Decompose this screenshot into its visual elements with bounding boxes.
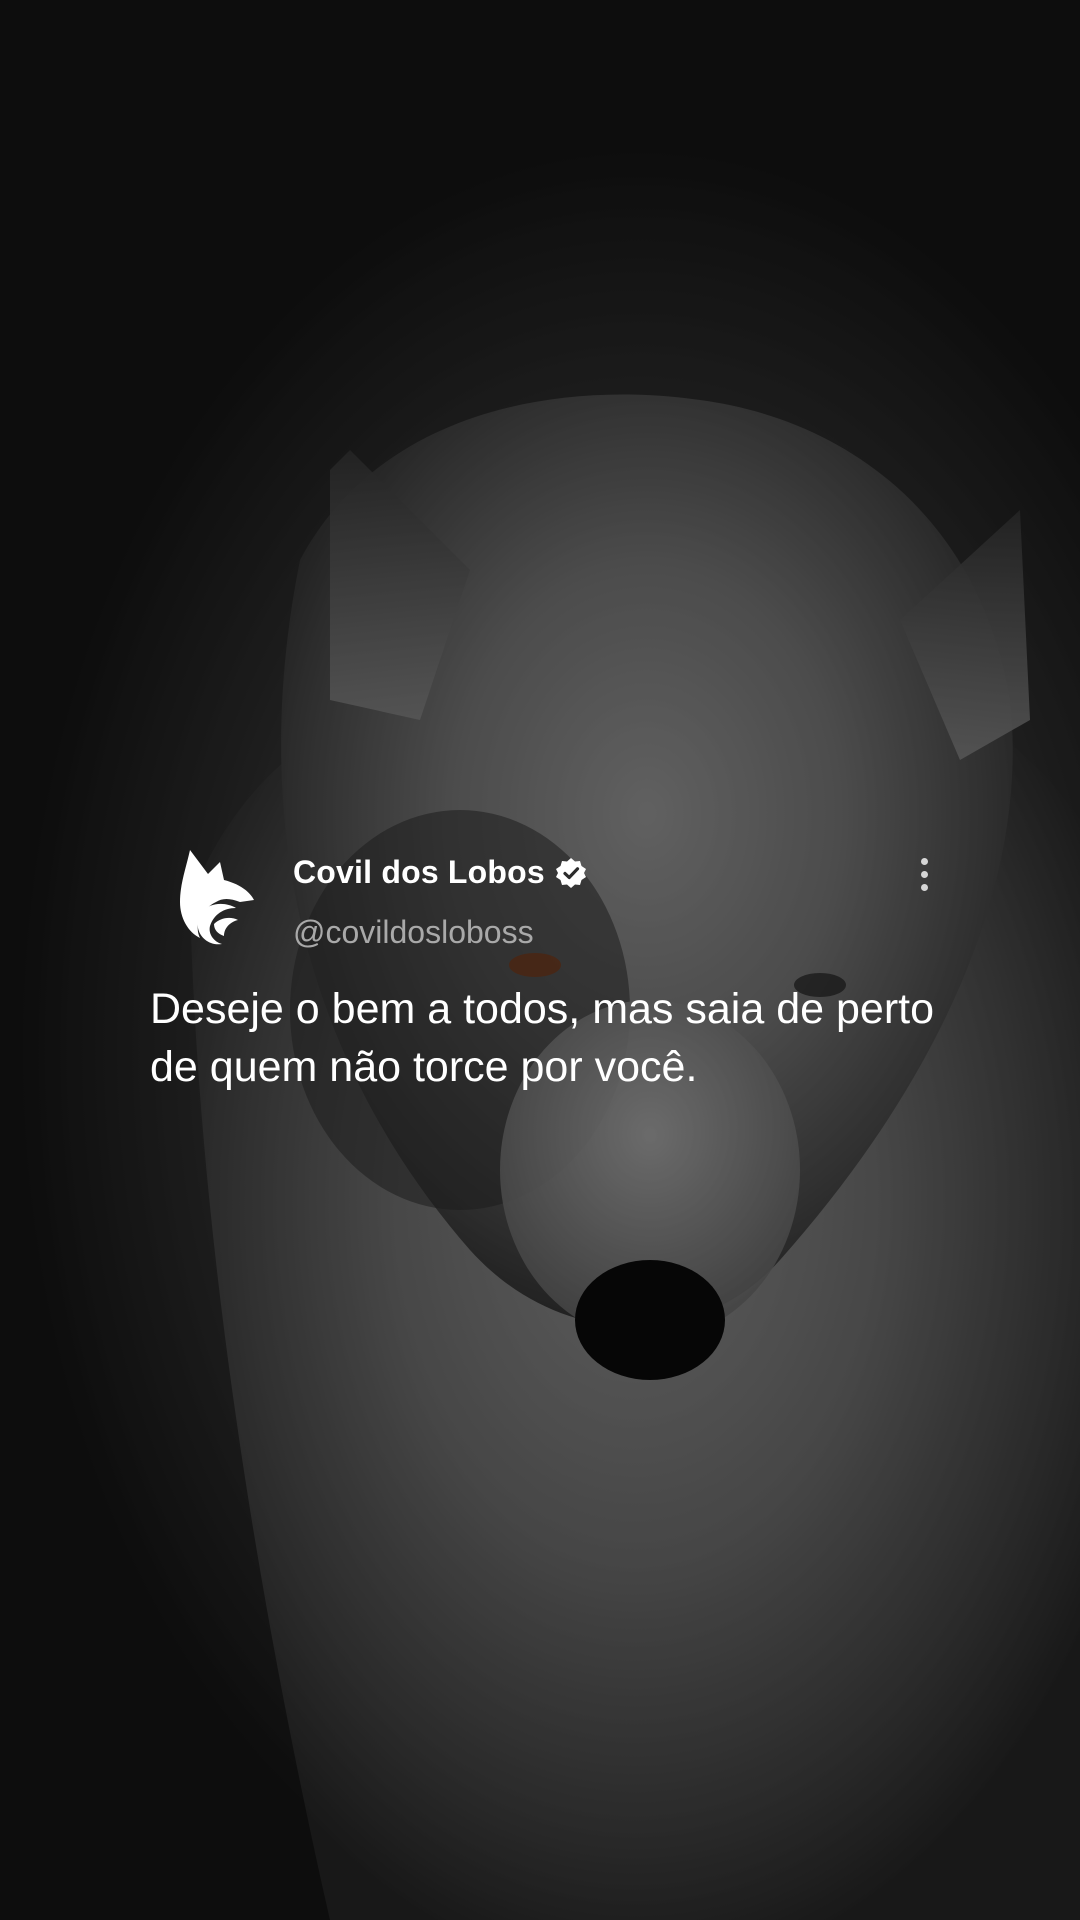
verified-badge-icon [555,857,586,888]
more-vertical-icon [920,857,928,865]
author-name-row: Covil dos Lobos [293,854,587,891]
story-frame: Covil dos Lobos @covildosloboss Deseje o… [0,0,1080,1920]
wolf-logo-icon[interactable] [170,840,260,950]
more-vertical-icon-dot-3 [920,883,928,891]
more-vertical-icon-dot-2 [920,870,928,878]
author-display-name[interactable]: Covil dos Lobos [293,854,545,891]
author-handle[interactable]: @covildosloboss [293,914,534,951]
more-options-button[interactable] [906,852,942,896]
post-header: Covil dos Lobos @covildosloboss [150,840,950,970]
quote-post: Covil dos Lobos @covildosloboss Deseje o… [150,840,950,1096]
post-text: Deseje o bem a todos, mas saia de perto … [150,985,934,1091]
